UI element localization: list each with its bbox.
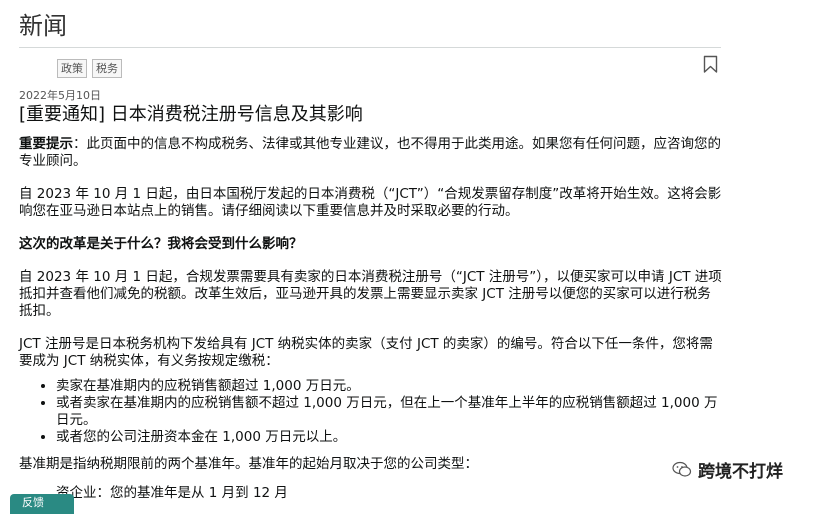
bookmark-icon[interactable]	[703, 55, 718, 74]
list-item: 或者您的公司注册资本金在 1,000 万日元以上。	[56, 429, 724, 446]
intro-paragraph: 自 2023 年 10 月 1 日起，由日本国税厅发起的日本消费税（“JCT”）…	[19, 186, 722, 219]
watermark-text: 跨境不打烊	[698, 462, 783, 482]
list-item: 或者卖家在基准期内的应税销售额不超过 1,000 万日元，但在上一个基准年上半年…	[56, 395, 724, 429]
reform-paragraph: 自 2023 年 10 月 1 日起，合规发票需要具有卖家的日本消费税注册号（“…	[19, 269, 722, 319]
page-title: 新闻	[19, 12, 67, 40]
feedback-button[interactable]: 反馈	[10, 494, 74, 514]
tag-policy[interactable]: 政策	[57, 59, 87, 78]
title-divider	[19, 47, 721, 48]
article-headline: [重要通知] 日本消费税注册号信息及其影响	[19, 104, 363, 125]
conditions-list: 卖家在基准期内的应税销售额超过 1,000 万日元。 或者卖家在基准期内的应税销…	[19, 378, 724, 446]
list-item: 卖家在基准期内的应税销售额超过 1,000 万日元。	[56, 378, 724, 395]
jct-paragraph: JCT 注册号是日本税务机构下发给具有 JCT 纳税实体的卖家（支付 JCT 的…	[19, 336, 713, 369]
article-body: 重要提示：此页面中的信息不构成税务、法律或其他专业建议，也不得用于此类用途。如果…	[19, 136, 724, 518]
notice-text: ：此页面中的信息不构成税务、法律或其他专业建议，也不得用于此类用途。如果您有任何…	[19, 136, 721, 169]
partial-paragraph: 资企业：您的基准年是从 1 月到 12 月	[56, 485, 288, 501]
notice-label: 重要提示	[19, 136, 73, 152]
wechat-watermark: 跨境不打烊	[668, 455, 787, 484]
notice-paragraph: 重要提示：此页面中的信息不构成税务、法律或其他专业建议，也不得用于此类用途。如果…	[19, 136, 724, 170]
tag-tax[interactable]: 税务	[92, 59, 122, 78]
wechat-icon	[672, 461, 692, 477]
section-heading: 这次的改革是关于什么？我将会受到什么影响？	[19, 236, 303, 252]
base-period-paragraph: 基准期是指纳税期限前的两个基准年。基准年的起始月取决于您的公司类型：	[19, 456, 478, 472]
tag-list: 政策 税务	[57, 59, 122, 78]
